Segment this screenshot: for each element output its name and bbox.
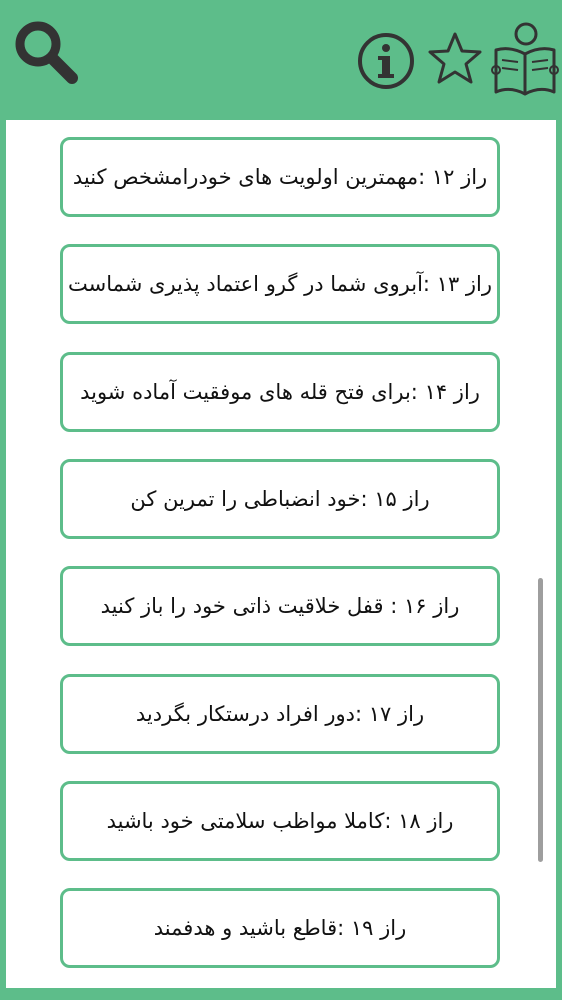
bottom-bar [0,988,562,1000]
list-item-label: راز ۱۹ :قاطع باشید و هدفمند [153,916,407,940]
list-item-label: راز ۱۲ :مهمترین اولویت های خودرامشخص کنی… [72,165,488,189]
app-header [0,0,562,120]
list-item[interactable]: راز ۱۹ :قاطع باشید و هدفمند [60,888,500,968]
list-item[interactable]: راز ۱۵ :خود انضباطی را تمرین کن [60,459,500,539]
star-icon[interactable] [426,30,484,88]
info-icon[interactable] [356,32,416,90]
book-reader-icon[interactable] [490,20,560,98]
list-item[interactable]: راز ۱۴ :برای فتح قله های موفقیت آماده شو… [60,352,500,432]
secrets-list-panel[interactable]: راز ۱۲ :مهمترین اولویت های خودرامشخص کنی… [6,120,556,988]
list-item-label: راز ۱۶ : قفل خلاقیت ذاتی خود را باز کنید [100,594,460,618]
list-item-label: راز ۱۵ :خود انضباطی را تمرین کن [130,487,430,511]
list-item[interactable]: راز ۱۶ : قفل خلاقیت ذاتی خود را باز کنید [60,566,500,646]
list-item[interactable]: راز ۱۸ :کاملا مواظب سلامتی خود باشید [60,781,500,861]
list-item-label: راز ۱۴ :برای فتح قله های موفقیت آماده شو… [80,380,480,404]
list-item-label: راز ۱۳ :آبروی شما در گرو اعتماد پذیری شم… [67,272,493,296]
list-item-label: راز ۱۷ :دور افراد درستکار بگردید [135,702,425,726]
vertical-scrollbar[interactable] [538,578,543,862]
list-item[interactable]: راز ۱۲ :مهمترین اولویت های خودرامشخص کنی… [60,137,500,217]
list-item[interactable]: راز ۱۷ :دور افراد درستکار بگردید [60,674,500,754]
list-item[interactable]: راز ۱۳ :آبروی شما در گرو اعتماد پذیری شم… [60,244,500,324]
list-item-label: راز ۱۸ :کاملا مواظب سلامتی خود باشید [106,809,454,833]
search-icon[interactable] [10,18,84,88]
